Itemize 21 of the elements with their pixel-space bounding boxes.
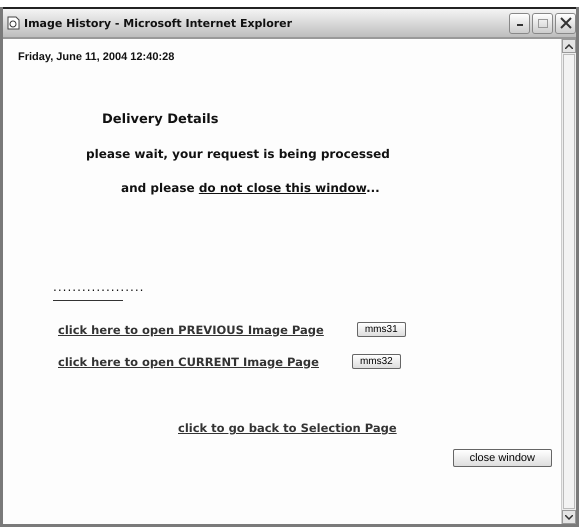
close-icon xyxy=(560,17,572,29)
warning-link[interactable]: do not close this window xyxy=(198,181,366,195)
heading: Delivery Details xyxy=(102,112,220,127)
image-button[interactable]: mms32 xyxy=(352,354,401,369)
image-button[interactable]: mms31 xyxy=(356,322,406,337)
selection-page-link[interactable]: click to go back to Selection Page xyxy=(178,421,397,435)
scroll-up-button[interactable] xyxy=(562,39,576,53)
wait-message: please wait, your request is being processed xyxy=(86,147,391,161)
warning-message: and please do not close this window... xyxy=(121,181,381,195)
image-page-link[interactable]: click here to open PREVIOUS Image Page xyxy=(58,322,324,336)
dotted-text: ................... xyxy=(53,280,146,294)
scroll-down-button[interactable] xyxy=(562,510,576,524)
date-time: Friday, June 11, 2004 12:40:28 xyxy=(18,51,176,63)
page-icon xyxy=(7,16,20,30)
image-page-link[interactable]: click here to open CURRENT Image Page xyxy=(58,354,319,368)
close-window-button[interactable]: close window xyxy=(452,449,552,467)
minimize-button[interactable] xyxy=(509,12,530,34)
scrollbar[interactable] xyxy=(561,39,576,524)
window-title: Image History - Microsoft Internet Explorer xyxy=(24,16,294,30)
close-button[interactable] xyxy=(555,12,576,34)
maximize-icon xyxy=(538,18,548,28)
